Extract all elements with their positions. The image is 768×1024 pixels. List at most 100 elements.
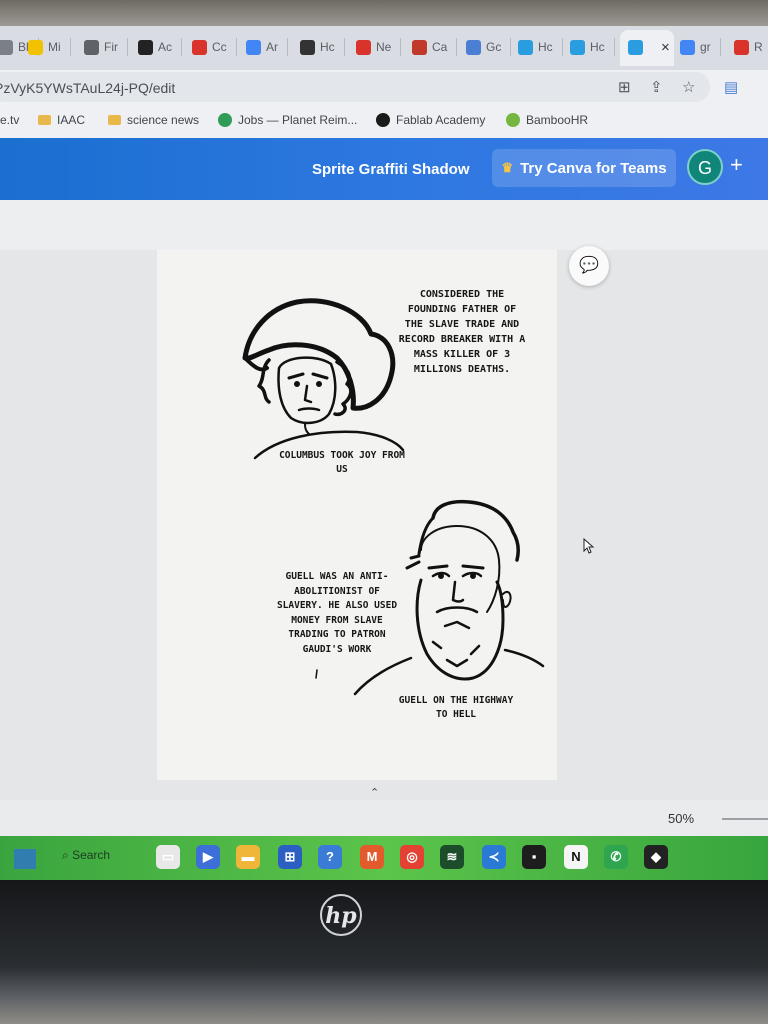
bookmark-item[interactable]: science news — [108, 113, 199, 127]
tab-label: Ac — [158, 40, 173, 54]
bookmark-item[interactable]: IAAC — [38, 113, 85, 127]
calendar-icon — [466, 39, 481, 55]
chevron-up-icon[interactable]: ⌃ — [370, 786, 379, 799]
green-circle-icon — [506, 113, 520, 127]
bookmark-item[interactable]: Fablab Academy — [376, 113, 485, 127]
address-bar: PzVyK5YWsTAuL24j-PQ/edit ⊞ ⇪ ☆ ▤ — [0, 70, 768, 106]
browser-tab[interactable]: Ac — [138, 34, 183, 60]
folder-icon[interactable]: ▬ — [236, 845, 260, 869]
plus-icon[interactable]: + — [730, 152, 743, 178]
google-icon — [246, 39, 261, 55]
tab-label: R — [754, 40, 763, 54]
globe-icon — [84, 39, 99, 55]
file-explorer-icon[interactable]: ▭ — [156, 845, 180, 869]
photographed-screen: Bl Mi Fir Ac Cc Ar Hc Ne Ca Gc Hc Hc × gr R PzVyK5YWsT… — [0, 0, 768, 880]
add-comment-icon[interactable]: 💬 — [569, 246, 609, 286]
browser-tab-strip: Bl Mi Fir Ac Cc Ar Hc Ne Ca Gc Hc Hc × gr R — [0, 0, 768, 70]
folder-icon — [108, 115, 121, 125]
bookmark-item[interactable]: Jobs — Planet Reim... — [218, 113, 357, 127]
mail-icon[interactable]: M — [360, 845, 384, 869]
close-icon[interactable]: × — [661, 39, 670, 56]
extension-icon[interactable]: ▤ — [724, 78, 738, 96]
bookmarks-bar: e.tv IAAC science news Jobs — Planet Reim..… — [0, 106, 768, 139]
google-icon — [680, 39, 695, 55]
tab-label: Ne — [376, 40, 392, 54]
browser-tab[interactable]: R — [734, 34, 763, 60]
browser-tab[interactable]: Ca — [412, 34, 458, 60]
bookmark-label: e.tv — [0, 113, 20, 127]
caption-founding-father: CONSIDERED THE FOUNDING FATHER OF THE SL… — [398, 289, 526, 375]
taskbar-search[interactable]: ⌕ Search — [62, 848, 110, 863]
search-icon: ⌕ — [62, 848, 73, 862]
canva-icon — [518, 39, 533, 55]
red-pattern-icon — [192, 39, 207, 55]
canva-icon — [628, 39, 643, 55]
canva-icon — [570, 39, 585, 55]
bookmark-item[interactable]: e.tv — [0, 113, 19, 127]
tab-label: Cc — [212, 40, 227, 54]
leaf-icon — [218, 113, 232, 127]
bookmark-label: BambooHR — [526, 113, 589, 127]
bookmark-label: science news — [127, 113, 200, 127]
canva-header: Sprite Graffiti Shadow ♛ Try Canva for T… — [0, 138, 768, 200]
star-icon[interactable]: ☆ — [682, 78, 695, 96]
columbus-hat — [242, 298, 396, 411]
browser-tab[interactable]: Hc — [518, 34, 563, 60]
zoom-icon[interactable]: ▶ — [196, 845, 220, 869]
folder-icon — [38, 115, 51, 125]
browser-tab[interactable]: Ar — [246, 34, 288, 60]
inkscape-icon[interactable]: ◆ — [644, 845, 668, 869]
url-field[interactable]: PzVyK5YWsTAuL24j-PQ/edit — [0, 72, 710, 102]
columbus-hair — [257, 358, 353, 417]
chrome-icon[interactable]: ◎ — [400, 845, 424, 869]
url-text[interactable]: PzVyK5YWsTAuL24j-PQ/edit — [0, 80, 175, 96]
share-icon[interactable]: ⇪ — [650, 78, 663, 96]
guell-hair — [431, 499, 520, 562]
store-icon[interactable]: ⊞ — [278, 845, 302, 869]
sticky-icon[interactable]: ▪ — [522, 845, 546, 869]
translate-icon[interactable]: ⊞ — [618, 78, 631, 96]
hc-icon — [300, 39, 315, 55]
bookmark-item[interactable]: BambooHR — [506, 113, 588, 127]
canva-toolbar — [0, 200, 768, 250]
document-title[interactable]: Sprite Graffiti Shadow — [312, 161, 470, 178]
wifi-icon[interactable]: ≋ — [440, 845, 464, 869]
laptop-bezel — [0, 880, 768, 1024]
bookmark-label: Fablab Academy — [396, 113, 486, 127]
browser-tab[interactable]: × — [628, 34, 670, 60]
mouse-cursor-icon — [583, 538, 595, 554]
whatsapp-icon[interactable]: ✆ — [604, 845, 628, 869]
windows-start-icon[interactable] — [14, 849, 36, 869]
design-page[interactable]: CONSIDERED THE FOUNDING FATHER OF THE SL… — [157, 250, 557, 780]
browser-tab[interactable]: Hc — [300, 34, 345, 60]
canva-workspace: CONSIDERED THE FOUNDING FATHER OF THE SL… — [0, 250, 768, 800]
crown-icon: ♛ — [501, 160, 514, 175]
zoom-slider[interactable] — [722, 818, 768, 820]
browser-tab[interactable]: gr — [680, 34, 721, 60]
browser-tab[interactable]: Mi — [28, 34, 71, 60]
windows-taskbar: ⌕ Search ▭ ▶ ▬ ⊞? M ◎ ≋ ≺ ▪ N ✆ ◆ — [0, 836, 768, 880]
tab-label: Hc — [590, 40, 605, 54]
tab-label: Mi — [48, 40, 61, 54]
help-icon[interactable]: ? — [318, 845, 342, 869]
r-logo-icon — [734, 39, 749, 55]
canva-status-bar: ⌃ 50% — [0, 787, 768, 836]
caption-guell-highway: GUELL ON THE HIGHWAY TO HELL — [398, 695, 514, 720]
tab-label: Hc — [538, 40, 553, 54]
avatar[interactable]: G — [687, 149, 723, 185]
tab-label: Gc — [486, 40, 502, 54]
try-canva-teams-button[interactable]: ♛ Try Canva for Teams — [492, 149, 676, 187]
black-square-icon — [138, 39, 153, 55]
notion-icon[interactable]: N — [564, 845, 588, 869]
tab-label: Ca — [432, 40, 448, 54]
browser-tab[interactable]: Ne — [356, 34, 402, 60]
browser-tab[interactable]: Gc — [466, 34, 512, 60]
zoom-level[interactable]: 50% — [668, 811, 694, 826]
tab-label: Fir — [104, 40, 118, 54]
vscode-icon[interactable]: ≺ — [482, 845, 506, 869]
teams-button-label: Try Canva for Teams — [520, 159, 667, 177]
browser-tab[interactable]: Fir — [84, 34, 128, 60]
browser-tab[interactable]: Hc — [570, 34, 615, 60]
bookmark-label: Jobs — Planet Reim... — [238, 113, 358, 127]
browser-tab[interactable]: Cc — [192, 34, 237, 60]
